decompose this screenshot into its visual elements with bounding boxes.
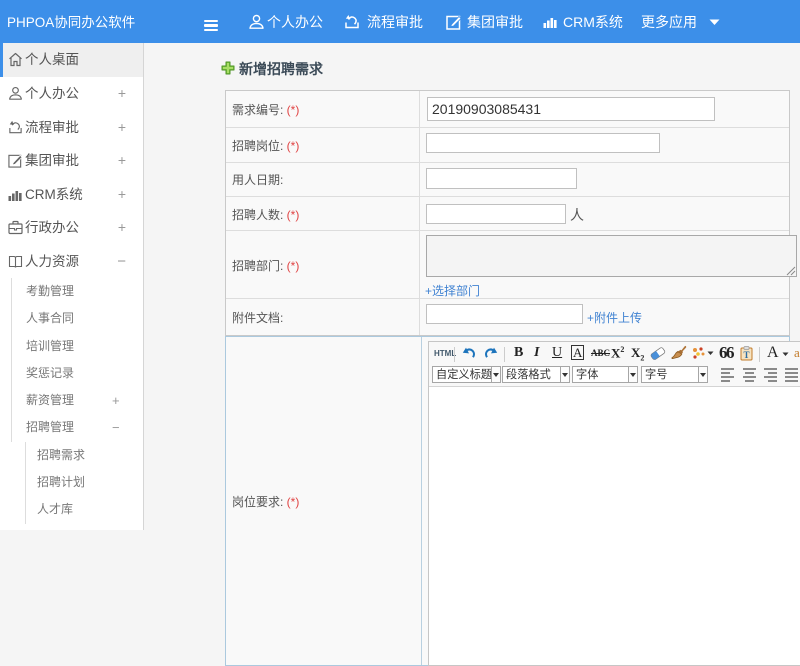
svg-text:T: T bbox=[743, 350, 749, 360]
